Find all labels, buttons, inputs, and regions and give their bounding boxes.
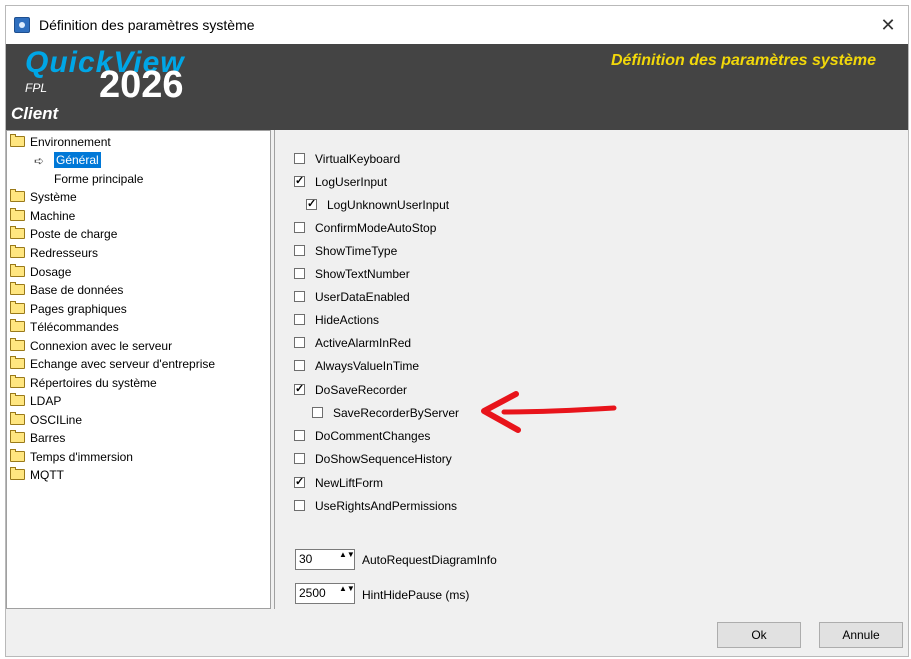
checkbox-box[interactable] — [294, 314, 305, 325]
checkbox-label: VirtualKeyboard — [315, 152, 401, 166]
app-icon — [14, 17, 30, 33]
folder-icon — [10, 375, 25, 388]
folder-icon — [10, 134, 25, 147]
checkbox-box[interactable] — [294, 453, 305, 464]
tree-item-label: Environnement — [30, 135, 111, 149]
brand-fpl: FPL — [25, 81, 48, 95]
checkbox-box[interactable] — [294, 153, 305, 164]
checkbox-box[interactable] — [294, 337, 305, 348]
tree-item-label: Télécommandes — [30, 320, 119, 334]
folder-icon — [10, 189, 25, 202]
tree-item-label: OSCILine — [30, 413, 83, 427]
checkbox-label: HideActions — [315, 313, 380, 327]
tree-item-label: Forme principale — [54, 172, 144, 186]
cancel-button[interactable]: Annule — [819, 622, 903, 648]
tree-item-label: LDAP — [30, 394, 62, 408]
autorequestdiagraminfo-label: AutoRequestDiagramInfo — [362, 553, 497, 567]
checkbox-box[interactable]: ✓ — [306, 199, 317, 210]
tree-item-label: Redresseurs — [30, 246, 99, 260]
checkbox-box[interactable]: ✓ — [294, 477, 305, 488]
tree-item-label: Echange avec serveur d'entreprise — [30, 357, 216, 371]
checkbox-box[interactable] — [294, 291, 305, 302]
tree-item-label: Système — [30, 190, 77, 204]
checkbox-box[interactable]: ✓ — [294, 176, 305, 187]
checkbox-label: DoShowSequenceHistory — [315, 452, 452, 466]
checkbox-label: LogUserInput — [315, 175, 388, 189]
checkbox-label: DoSaveRecorder — [315, 383, 408, 397]
arrow-right-icon: ➪ — [34, 154, 45, 168]
tree-item-label: Pages graphiques — [30, 302, 127, 316]
folder-icon — [10, 393, 25, 406]
checkbox-box[interactable] — [294, 430, 305, 441]
checkbox-box[interactable] — [294, 245, 305, 256]
brand-year: 2026 — [99, 64, 184, 106]
folder-icon — [10, 319, 25, 332]
folder-icon — [10, 356, 25, 369]
tree-item-label: Base de données — [30, 283, 124, 297]
checkbox-box[interactable]: ✓ — [294, 384, 305, 395]
close-button[interactable]: ✕ — [868, 6, 908, 44]
folder-icon — [10, 338, 25, 351]
spinner-value[interactable]: 2500 — [299, 586, 326, 600]
ok-button[interactable]: Ok — [717, 622, 801, 648]
folder-icon — [10, 467, 25, 480]
annotation-arrow-icon — [481, 391, 617, 433]
tree-item-label: Dosage — [30, 265, 72, 279]
autorequestdiagraminfo-spinner[interactable]: 30 ▲▼ — [295, 549, 355, 570]
folder-icon — [10, 412, 25, 425]
tree-item-label: MQTT — [30, 468, 64, 482]
checkbox-box[interactable] — [294, 360, 305, 371]
checkbox-box[interactable] — [294, 222, 305, 233]
title-bar: Définition des paramètres système ✕ — [6, 6, 908, 44]
checkbox-label: ConfirmModeAutoStop — [315, 221, 437, 235]
tree-item-label: Machine — [30, 209, 76, 223]
folder-icon — [10, 226, 25, 239]
checkbox-label: ShowTextNumber — [315, 267, 410, 281]
checkbox-box[interactable] — [294, 500, 305, 511]
checkbox-label: UserDataEnabled — [315, 290, 410, 304]
tree-item-label: Connexion avec le serveur — [30, 339, 173, 353]
checkbox-box[interactable] — [312, 407, 323, 418]
hinthidepause-spinner[interactable]: 2500 ▲▼ — [295, 583, 355, 604]
tree-item-label: Répertoires du système — [30, 376, 157, 390]
folder-icon — [10, 282, 25, 295]
folder-icon — [10, 449, 25, 462]
header-banner: QuickView FPL 2026 Client Définition des… — [6, 44, 908, 130]
spin-arrows-icon[interactable]: ▲▼ — [339, 585, 355, 602]
window-title: Définition des paramètres système — [39, 17, 255, 33]
checkbox-label: ActiveAlarmInRed — [315, 336, 412, 350]
tree-item-label: Poste de charge — [30, 227, 118, 241]
checkbox-label: AlwaysValueInTime — [315, 359, 420, 373]
checkbox-label: ShowTimeType — [315, 244, 398, 258]
folder-icon — [10, 301, 25, 314]
checkbox-label: DoCommentChanges — [315, 429, 431, 443]
folder-icon — [10, 245, 25, 258]
checkbox-label: LogUnknownUserInput — [327, 198, 450, 212]
brand-client: Client — [11, 104, 59, 123]
banner-title: Définition des paramètres système — [611, 52, 876, 69]
category-tree: Environnement ➪ Général Forme principale… — [6, 130, 271, 609]
tree-item-label: Temps d'immersion — [30, 450, 133, 464]
settings-panel: VirtualKeyboard ✓ LogUserInput ✓ LogUnkn… — [274, 130, 908, 609]
folder-icon — [10, 430, 25, 443]
checkbox-label: UseRightsAndPermissions — [315, 499, 458, 513]
checkbox-label: NewLiftForm — [315, 476, 384, 490]
folder-icon — [10, 264, 25, 277]
spin-arrows-icon[interactable]: ▲▼ — [339, 551, 355, 568]
checkbox-label: SaveRecorderByServer — [333, 406, 460, 420]
hinthidepause-label: HintHidePause (ms) — [362, 588, 470, 602]
dialog-window: Définition des paramètres système ✕ Quic… — [5, 5, 909, 657]
spinner-value[interactable]: 30 — [299, 552, 312, 566]
checkbox-box[interactable] — [294, 268, 305, 279]
tree-item-label: Général — [54, 152, 101, 168]
tree-item-label: Barres — [30, 431, 66, 445]
folder-icon — [10, 208, 25, 221]
